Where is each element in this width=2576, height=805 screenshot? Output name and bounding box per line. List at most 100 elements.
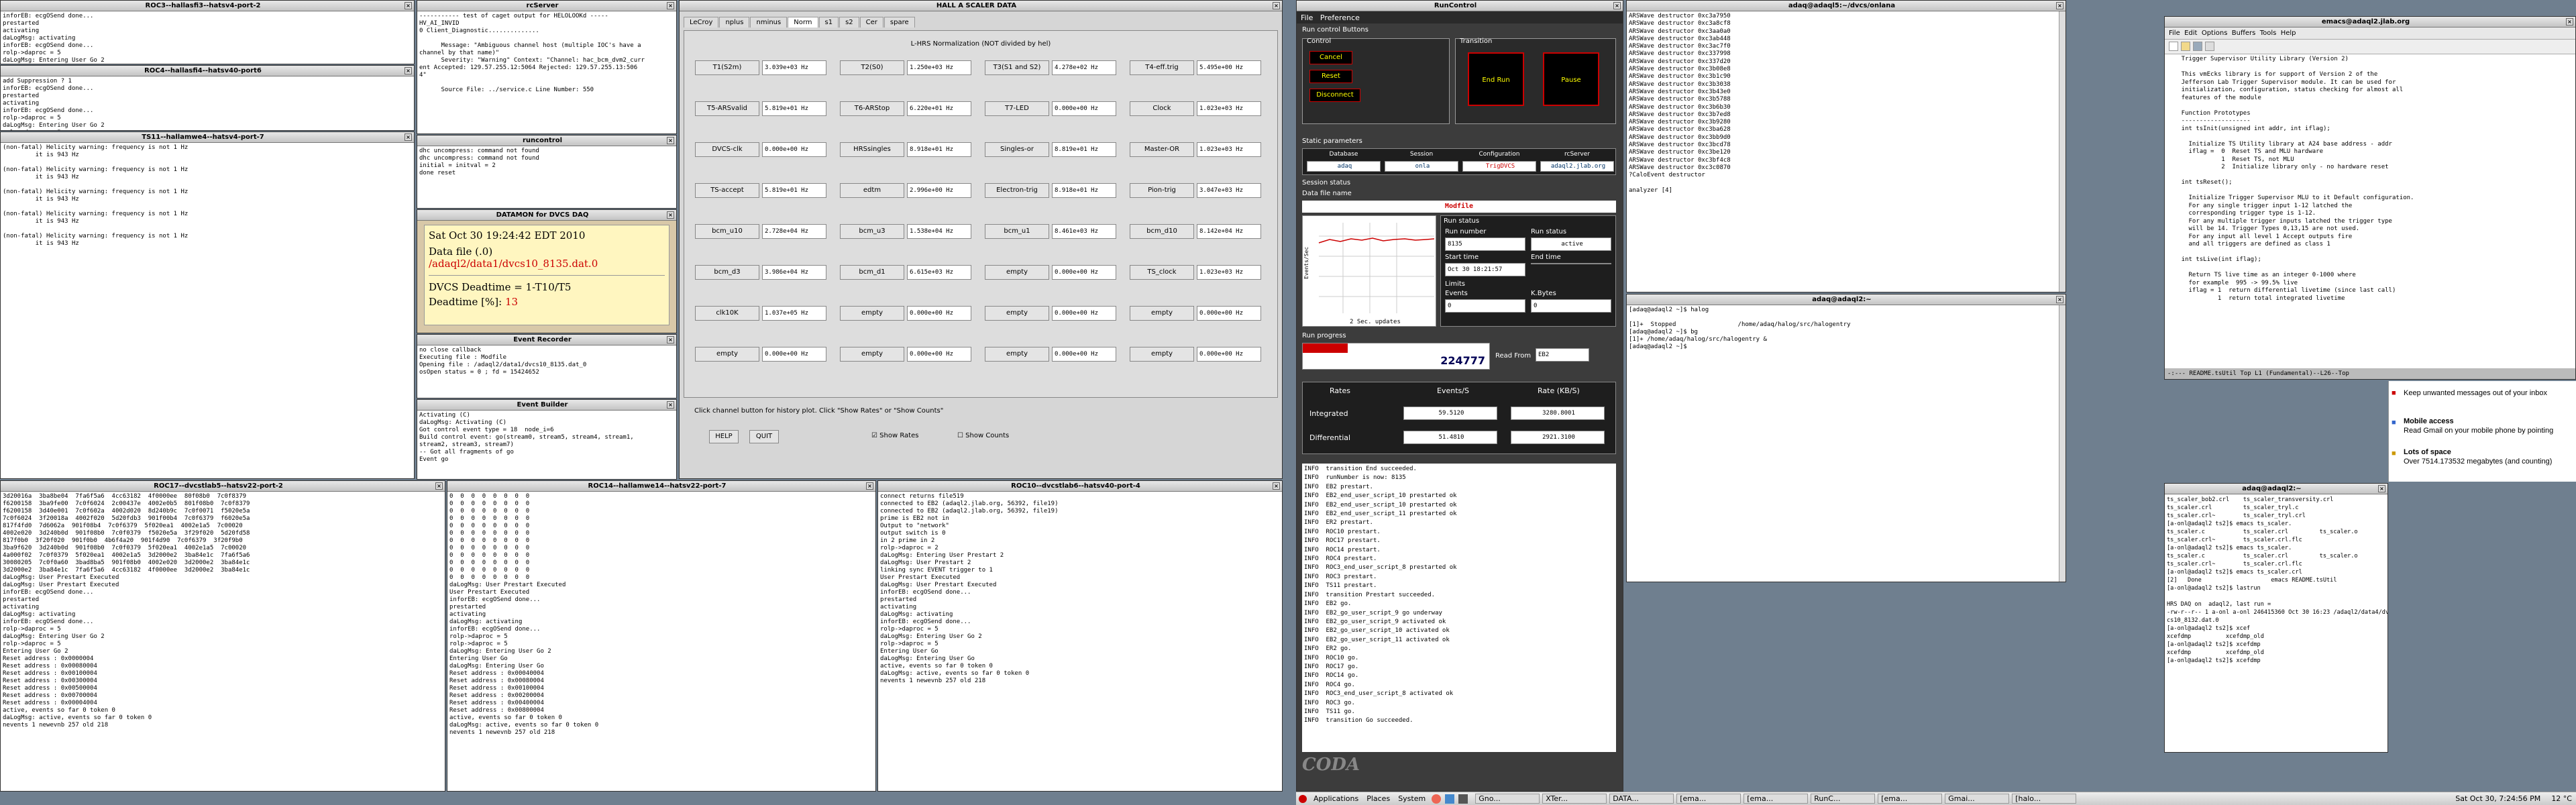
- quit-button[interactable]: QUIT: [749, 430, 779, 443]
- weather[interactable]: 12 °C: [2547, 794, 2576, 803]
- tab-s2[interactable]: s2: [839, 17, 859, 28]
- close-icon[interactable]: ×: [405, 67, 412, 74]
- scrollbar[interactable]: [2059, 11, 2065, 292]
- tab-spare[interactable]: spare: [883, 17, 915, 28]
- scaler-channel-button[interactable]: bcm_u10: [695, 224, 759, 239]
- roc17-window[interactable]: ROC17--dvcstlab5--hatsv22-port-2 × 3d2001…: [0, 480, 445, 792]
- pause-button[interactable]: Pause: [1543, 52, 1599, 106]
- scaler-channel-button[interactable]: Electron-trig: [985, 183, 1049, 198]
- taskbar-task[interactable]: [ema...: [1878, 794, 1943, 804]
- roc14-titlebar[interactable]: ROC14--hallamwe14--hatsv22-port-7 ×: [447, 481, 875, 492]
- runcontrol-window[interactable]: RunControl × File Preference Run control …: [1296, 0, 1623, 792]
- roc10-titlebar[interactable]: ROC10--dvcstlab6--hatsv40-port-4 ×: [878, 481, 1282, 492]
- scaler-channel-button[interactable]: T2(S0): [840, 60, 904, 75]
- taskbar-task[interactable]: XTer...: [1542, 794, 1607, 804]
- scaler-channel-button[interactable]: bcm_d3: [695, 265, 759, 280]
- scaler-channel-button[interactable]: Pion-trig: [1130, 183, 1194, 198]
- read-from-select[interactable]: EB2: [1536, 348, 1589, 362]
- clock[interactable]: Sat Oct 30, 7:24:56 PM: [2449, 794, 2547, 803]
- scaler-channel-button[interactable]: bcm_d10: [1130, 224, 1194, 239]
- roc4-titlebar[interactable]: ROC4--hallasfi4--hatsv40-port6 ×: [1, 66, 414, 76]
- scaler-channel-button[interactable]: clk10K: [695, 306, 759, 321]
- close-icon[interactable]: ×: [405, 2, 412, 9]
- scaler-channel-button[interactable]: bcm_d1: [840, 265, 904, 280]
- terminal-icon[interactable]: [1458, 794, 1468, 804]
- emacs-menu-options[interactable]: Options: [2202, 30, 2228, 37]
- close-icon[interactable]: ×: [866, 482, 873, 490]
- limit-events-input[interactable]: 0: [1445, 299, 1525, 313]
- scaler-channel-button[interactable]: bcm_u3: [840, 224, 904, 239]
- roc3-titlebar[interactable]: ROC3--hallasfi3--hatsv4-port-2 ×: [1, 1, 414, 11]
- tab-nminus[interactable]: nminus: [750, 17, 788, 28]
- menu-preference[interactable]: Preference: [1320, 13, 1360, 22]
- roc3-window[interactable]: ROC3--hallasfi3--hatsv4-port-2 × inforEB:…: [0, 0, 415, 64]
- rcserver-window[interactable]: rcServer × ----------- test of caget outp…: [417, 0, 677, 134]
- runcontrol-term-titlebar[interactable]: runcontrol ×: [417, 136, 676, 146]
- dvcs-terminal-titlebar[interactable]: adaq@adaql5:~/dvcs/onlana ×: [1627, 1, 2065, 11]
- disconnect-button[interactable]: Disconnect: [1309, 89, 1360, 102]
- scaler-channel-button[interactable]: T5-ARSvalid: [695, 101, 759, 116]
- taskbar-task[interactable]: [halo...: [2012, 794, 2077, 804]
- roc14-window[interactable]: ROC14--hallamwe14--hatsv22-port-7 × 0 0 0…: [447, 480, 876, 792]
- scaler-channel-button[interactable]: bcm_u1: [985, 224, 1049, 239]
- close-icon[interactable]: ×: [1273, 2, 1280, 9]
- close-icon[interactable]: ×: [667, 137, 674, 144]
- close-icon[interactable]: ×: [667, 2, 674, 9]
- roc17-titlebar[interactable]: ROC17--dvcstlab5--hatsv22-port-2 ×: [1, 481, 445, 492]
- scaler-channel-button[interactable]: Clock: [1130, 101, 1194, 116]
- show-counts-checkbox[interactable]: ☐ Show Counts: [957, 432, 1009, 439]
- close-icon[interactable]: ×: [2566, 18, 2573, 25]
- taskbar-task[interactable]: Gmai...: [1945, 794, 2010, 804]
- scaler-channel-button[interactable]: T3(S1 and S2): [985, 60, 1049, 75]
- scaler-titlebar[interactable]: HALL A SCALER DATA ×: [680, 1, 1282, 11]
- close-icon[interactable]: ×: [1613, 2, 1621, 9]
- end-run-button[interactable]: End Run: [1468, 52, 1524, 106]
- dvcs-terminal-window[interactable]: adaq@adaql5:~/dvcs/onlana × ARSWave destr…: [1626, 0, 2066, 292]
- scaler-channel-button[interactable]: Singles-or: [985, 142, 1049, 157]
- event-recorder-titlebar[interactable]: Event Recorder ×: [417, 335, 676, 345]
- taskbar-task[interactable]: RunC...: [1811, 794, 1876, 804]
- email-icon[interactable]: [1445, 794, 1455, 804]
- scaler-channel-button[interactable]: empty: [1130, 347, 1194, 362]
- scaler-channel-button[interactable]: empty: [840, 347, 904, 362]
- roc10-window[interactable]: ROC10--dvcstlab6--hatsv40-port-4 × connec…: [877, 480, 1283, 792]
- close-icon[interactable]: ×: [2056, 2, 2063, 9]
- halog-terminal-titlebar[interactable]: adaq@adaql2:~ ×: [1627, 294, 2065, 305]
- places-menu[interactable]: Places: [1362, 794, 1394, 803]
- scaler-channel-button[interactable]: T1(S2m): [695, 60, 759, 75]
- undo-icon[interactable]: [2205, 42, 2214, 51]
- new-file-icon[interactable]: [2169, 42, 2178, 51]
- datamon-titlebar[interactable]: DATAMON for DVCS DAQ ×: [417, 210, 676, 221]
- scaler-channel-button[interactable]: empty: [840, 306, 904, 321]
- event-builder-window[interactable]: Event Builder × Activating (C) daLogMsg: …: [417, 399, 677, 480]
- scaler-channel-button[interactable]: TS_clock: [1130, 265, 1194, 280]
- emacs-window[interactable]: emacs@adaql2.jlab.org × File Edit Options…: [2164, 16, 2576, 380]
- taskbar-task[interactable]: [ema...: [1743, 794, 1809, 804]
- emacs-menu-tools[interactable]: Tools: [2260, 30, 2277, 37]
- limit-kbytes-input[interactable]: 0: [1531, 299, 1611, 313]
- datamon-window[interactable]: DATAMON for DVCS DAQ × Sat Oct 30 19:24:4…: [417, 209, 677, 333]
- cancel-button[interactable]: Cancel: [1309, 51, 1352, 64]
- tab-nplus[interactable]: nplus: [719, 17, 750, 28]
- emacs-menu-buffers[interactable]: Buffers: [2232, 30, 2256, 37]
- help-button[interactable]: HELP: [709, 430, 739, 443]
- tab-lecroy[interactable]: LeCroy: [684, 17, 719, 28]
- scaler-channel-button[interactable]: HRSsingles: [840, 142, 904, 157]
- ts11-titlebar[interactable]: TS11--hallamwe4--hatsv4-port-7 ×: [1, 132, 414, 143]
- scaler-channel-button[interactable]: empty: [695, 347, 759, 362]
- taskbar-task[interactable]: Gno...: [1475, 794, 1540, 804]
- ts-terminal-titlebar[interactable]: adaq@adaql2:~ ×: [2165, 484, 2387, 494]
- scrollbar[interactable]: [2059, 305, 2065, 582]
- close-icon[interactable]: ×: [405, 133, 412, 141]
- scaler-channel-button[interactable]: Master-OR: [1130, 142, 1194, 157]
- scaler-window[interactable]: HALL A SCALER DATA × LeCroy nplus nminus Nor…: [679, 0, 1283, 479]
- roc4-window[interactable]: ROC4--hallasfi4--hatsv40-port6 × add Supp…: [0, 65, 415, 131]
- scaler-channel-button[interactable]: T7-LED: [985, 101, 1049, 116]
- system-menu[interactable]: System: [1394, 794, 1430, 803]
- open-folder-icon[interactable]: [2181, 42, 2190, 51]
- scaler-channel-button[interactable]: empty: [1130, 306, 1194, 321]
- emacs-menu-help[interactable]: Help: [2281, 30, 2296, 37]
- scaler-channel-button[interactable]: edtm: [840, 183, 904, 198]
- close-icon[interactable]: ×: [667, 401, 674, 409]
- close-icon[interactable]: ×: [667, 211, 674, 219]
